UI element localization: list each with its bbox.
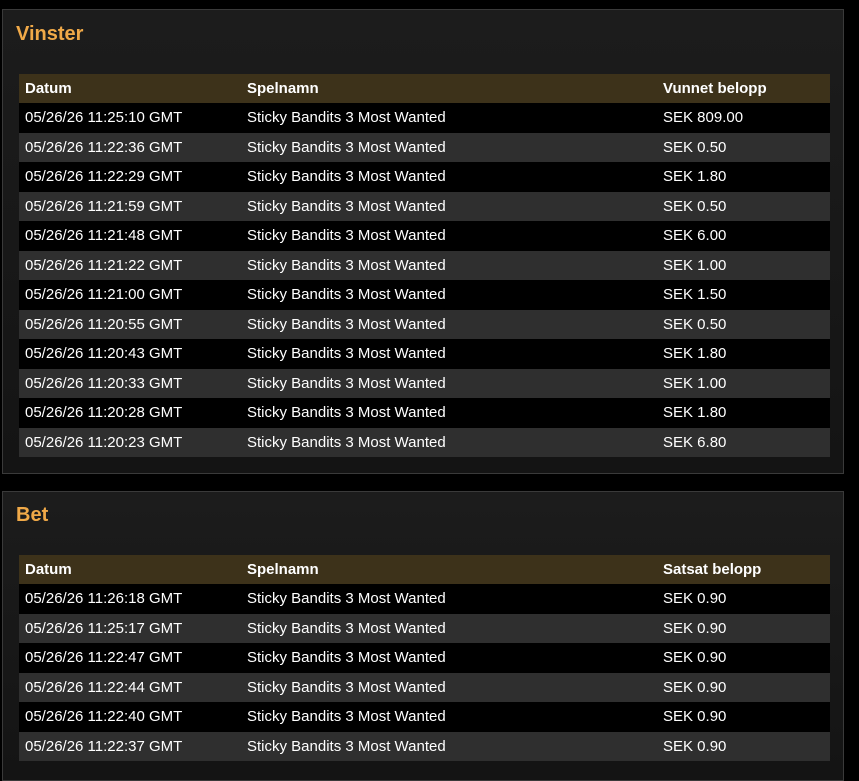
cell-amount: SEK 0.50 — [657, 191, 830, 221]
cell-game: Sticky Bandits 3 Most Wanted — [241, 221, 657, 251]
wins-table-row: 05/26/26 11:25:10 GMT Sticky Bandits 3 Mo… — [19, 103, 830, 133]
cell-date: 05/26/26 11:20:55 GMT — [19, 309, 241, 339]
cell-amount: SEK 0.50 — [657, 309, 830, 339]
cell-amount: SEK 6.00 — [657, 221, 830, 251]
bets-table-row: 05/26/26 11:26:18 GMT Sticky Bandits 3 Mo… — [19, 584, 830, 614]
cell-date: 05/26/26 11:22:44 GMT — [19, 672, 241, 702]
column-header-date: Datum — [19, 555, 241, 584]
cell-date: 05/26/26 11:20:33 GMT — [19, 368, 241, 398]
wins-table-row: 05/26/26 11:22:36 GMT Sticky Bandits 3 Mo… — [19, 132, 830, 162]
cell-date: 05/26/26 11:21:59 GMT — [19, 191, 241, 221]
cell-game: Sticky Bandits 3 Most Wanted — [241, 398, 657, 428]
column-header-amount: Vunnet belopp — [657, 74, 830, 103]
cell-game: Sticky Bandits 3 Most Wanted — [241, 103, 657, 133]
cell-amount: SEK 0.90 — [657, 613, 830, 643]
cell-date: 05/26/26 11:22:37 GMT — [19, 731, 241, 761]
cell-game: Sticky Bandits 3 Most Wanted — [241, 643, 657, 673]
cell-amount: SEK 0.50 — [657, 132, 830, 162]
cell-amount: SEK 1.00 — [657, 250, 830, 280]
cell-amount: SEK 0.90 — [657, 643, 830, 673]
wins-table-row: 05/26/26 11:20:43 GMT Sticky Bandits 3 Mo… — [19, 339, 830, 369]
cell-game: Sticky Bandits 3 Most Wanted — [241, 191, 657, 221]
column-header-game: Spelnamn — [241, 74, 657, 103]
wins-table-row: 05/26/26 11:22:29 GMT Sticky Bandits 3 Mo… — [19, 162, 830, 192]
column-header-date: Datum — [19, 74, 241, 103]
cell-amount: SEK 1.80 — [657, 398, 830, 428]
cell-date: 05/26/26 11:22:47 GMT — [19, 643, 241, 673]
bets-table-row: 05/26/26 11:22:37 GMT Sticky Bandits 3 Mo… — [19, 731, 830, 761]
cell-game: Sticky Bandits 3 Most Wanted — [241, 672, 657, 702]
wins-header-row: Datum Spelnamn Vunnet belopp — [19, 74, 830, 103]
bets-table-row: 05/26/26 11:22:40 GMT Sticky Bandits 3 Mo… — [19, 702, 830, 732]
bets-table: Datum Spelnamn Satsat belopp 05/26/26 11… — [19, 555, 830, 761]
cell-date: 05/26/26 11:22:40 GMT — [19, 702, 241, 732]
wins-table-row: 05/26/26 11:20:28 GMT Sticky Bandits 3 Mo… — [19, 398, 830, 428]
wins-title: Vinster — [16, 23, 84, 45]
bets-header-row: Datum Spelnamn Satsat belopp — [19, 555, 830, 584]
wins-table-row: 05/26/26 11:21:48 GMT Sticky Bandits 3 Mo… — [19, 221, 830, 251]
cell-date: 05/26/26 11:21:48 GMT — [19, 221, 241, 251]
cell-date: 05/26/26 11:20:43 GMT — [19, 339, 241, 369]
cell-date: 05/26/26 11:20:28 GMT — [19, 398, 241, 428]
cell-game: Sticky Bandits 3 Most Wanted — [241, 162, 657, 192]
bets-table-row: 05/26/26 11:22:44 GMT Sticky Bandits 3 Mo… — [19, 672, 830, 702]
cell-amount: SEK 0.90 — [657, 584, 830, 614]
wins-table-row: 05/26/26 11:21:59 GMT Sticky Bandits 3 Mo… — [19, 191, 830, 221]
bets-table-row: 05/26/26 11:25:17 GMT Sticky Bandits 3 Mo… — [19, 613, 830, 643]
wins-table-row: 05/26/26 11:20:23 GMT Sticky Bandits 3 Mo… — [19, 427, 830, 457]
cell-game: Sticky Bandits 3 Most Wanted — [241, 731, 657, 761]
wins-table-row: 05/26/26 11:20:33 GMT Sticky Bandits 3 Mo… — [19, 368, 830, 398]
bets-panel: Bet Datum Spelnamn Satsat belopp 05/26/2… — [2, 491, 844, 781]
wins-table: Datum Spelnamn Vunnet belopp 05/26/26 11… — [19, 74, 830, 457]
cell-date: 05/26/26 11:25:10 GMT — [19, 103, 241, 133]
cell-date: 05/26/26 11:26:18 GMT — [19, 584, 241, 614]
cell-amount: SEK 809.00 — [657, 103, 830, 133]
cell-amount: SEK 6.80 — [657, 427, 830, 457]
wins-panel: Vinster Datum Spelnamn Vunnet belopp 05/… — [2, 9, 844, 474]
cell-date: 05/26/26 11:20:23 GMT — [19, 427, 241, 457]
cell-date: 05/26/26 11:22:29 GMT — [19, 162, 241, 192]
cell-game: Sticky Bandits 3 Most Wanted — [241, 132, 657, 162]
cell-date: 05/26/26 11:22:36 GMT — [19, 132, 241, 162]
cell-amount: SEK 1.00 — [657, 368, 830, 398]
cell-game: Sticky Bandits 3 Most Wanted — [241, 309, 657, 339]
column-header-amount: Satsat belopp — [657, 555, 830, 584]
cell-amount: SEK 0.90 — [657, 731, 830, 761]
cell-game: Sticky Bandits 3 Most Wanted — [241, 427, 657, 457]
cell-amount: SEK 1.80 — [657, 339, 830, 369]
cell-date: 05/26/26 11:21:00 GMT — [19, 280, 241, 310]
wins-table-row: 05/26/26 11:21:00 GMT Sticky Bandits 3 Mo… — [19, 280, 830, 310]
cell-amount: SEK 0.90 — [657, 702, 830, 732]
cell-game: Sticky Bandits 3 Most Wanted — [241, 613, 657, 643]
cell-amount: SEK 0.90 — [657, 672, 830, 702]
cell-game: Sticky Bandits 3 Most Wanted — [241, 702, 657, 732]
bets-title: Bet — [16, 504, 49, 526]
cell-game: Sticky Bandits 3 Most Wanted — [241, 368, 657, 398]
cell-game: Sticky Bandits 3 Most Wanted — [241, 280, 657, 310]
wins-table-row: 05/26/26 11:21:22 GMT Sticky Bandits 3 Mo… — [19, 250, 830, 280]
wins-table-row: 05/26/26 11:20:55 GMT Sticky Bandits 3 Mo… — [19, 309, 830, 339]
cell-amount: SEK 1.50 — [657, 280, 830, 310]
column-header-game: Spelnamn — [241, 555, 657, 584]
cell-date: 05/26/26 11:21:22 GMT — [19, 250, 241, 280]
cell-game: Sticky Bandits 3 Most Wanted — [241, 339, 657, 369]
cell-game: Sticky Bandits 3 Most Wanted — [241, 250, 657, 280]
bets-table-row: 05/26/26 11:22:47 GMT Sticky Bandits 3 Mo… — [19, 643, 830, 673]
cell-amount: SEK 1.80 — [657, 162, 830, 192]
cell-game: Sticky Bandits 3 Most Wanted — [241, 584, 657, 614]
cell-date: 05/26/26 11:25:17 GMT — [19, 613, 241, 643]
